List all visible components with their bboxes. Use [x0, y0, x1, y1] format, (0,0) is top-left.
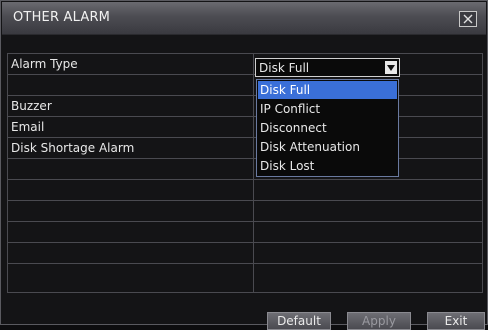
default-button[interactable]: Default	[267, 312, 331, 330]
email-label: Email	[11, 120, 45, 134]
dropdown-option-disk-attenuation[interactable]: Disk Attenuation	[258, 138, 397, 156]
dropdown-arrow-icon[interactable]	[385, 61, 397, 74]
disk-shortage-alarm-label: Disk Shortage Alarm	[11, 141, 135, 155]
table-row	[8, 243, 482, 264]
alarm-type-label: Alarm Type	[11, 57, 78, 71]
table-row	[8, 75, 482, 96]
window-title: OTHER ALARM	[13, 10, 111, 25]
buzzer-label: Buzzer	[11, 99, 52, 113]
table-row: Buzzer	[8, 96, 482, 117]
alarm-type-selected-value: Disk Full	[259, 61, 310, 75]
settings-table: Alarm Type Buzzer Email Disk Shortage Al…	[7, 53, 483, 293]
table-row	[8, 180, 482, 201]
close-icon	[463, 14, 473, 24]
dropdown-option-disk-full[interactable]: Disk Full	[258, 81, 397, 99]
dropdown-option-ip-conflict[interactable]: IP Conflict	[258, 100, 397, 118]
table-row	[8, 159, 482, 180]
dropdown-option-disk-lost[interactable]: Disk Lost	[258, 157, 397, 175]
title-bar: OTHER ALARM	[2, 2, 486, 35]
alarm-type-select[interactable]: Disk Full	[255, 58, 400, 77]
table-row: Email	[8, 117, 482, 138]
table-row	[8, 222, 482, 243]
other-alarm-window: OTHER ALARM Alarm Type Buzzer Email Disk…	[0, 0, 488, 330]
dropdown-option-disconnect[interactable]: Disconnect	[258, 119, 397, 137]
alarm-type-dropdown-list: Disk Full IP Conflict Disconnect Disk At…	[256, 79, 399, 177]
table-row: Disk Shortage Alarm	[8, 138, 482, 159]
table-row	[8, 201, 482, 222]
close-button[interactable]	[459, 11, 477, 27]
table-row	[8, 264, 482, 285]
apply-button[interactable]: Apply	[347, 312, 411, 330]
exit-button[interactable]: Exit	[427, 312, 485, 330]
table-row: Alarm Type	[8, 54, 482, 75]
